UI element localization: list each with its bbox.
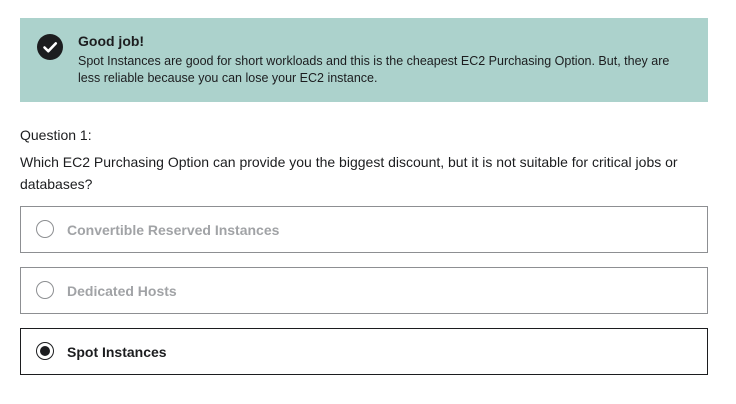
answer-option[interactable]: Dedicated Hosts	[20, 267, 708, 314]
answer-option[interactable]: Convertible Reserved Instances	[20, 206, 708, 253]
radio-button[interactable]	[36, 281, 54, 299]
check-circle-icon	[37, 34, 63, 60]
answer-option-label: Spot Instances	[67, 344, 167, 360]
answer-option-label: Dedicated Hosts	[67, 283, 177, 299]
question-text: Which EC2 Purchasing Option can provide …	[20, 154, 678, 192]
radio-selected-dot	[40, 346, 50, 356]
feedback-title: Good job!	[78, 33, 145, 49]
radio-button[interactable]	[36, 220, 54, 238]
answer-option-label: Convertible Reserved Instances	[67, 222, 280, 238]
feedback-message: Spot Instances are good for short worklo…	[78, 54, 670, 85]
answer-option[interactable]: Spot Instances	[20, 328, 708, 375]
question-number: Question 1:	[20, 127, 92, 143]
feedback-banner: Good job! Spot Instances are good for sh…	[20, 18, 708, 102]
radio-button[interactable]	[36, 342, 54, 360]
